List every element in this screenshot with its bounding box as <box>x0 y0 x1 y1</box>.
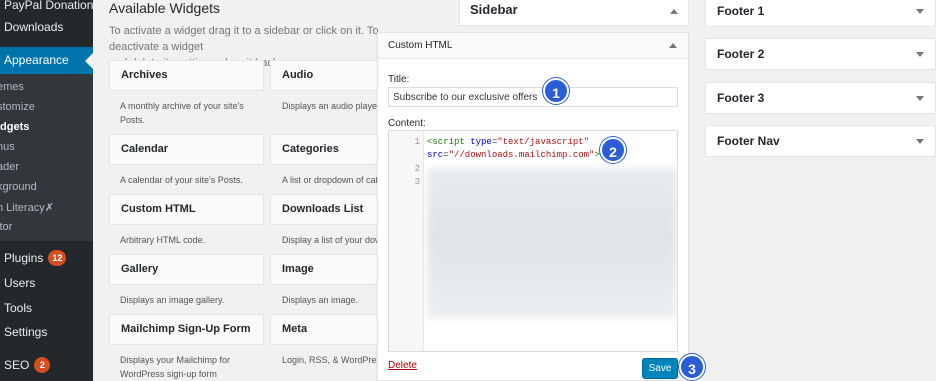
menu-item-seo-label: SEO <box>4 358 30 372</box>
code-token-string: "//downloads.mailchimp.com" <box>448 150 595 160</box>
menu-item-settings-label: Settings <box>4 325 48 339</box>
line-number: 1 <box>414 137 420 147</box>
code-token-attr: type <box>470 137 492 147</box>
menu-item-appearance[interactable]: Appearance <box>0 47 93 74</box>
widget-mailchimp-desc-line-2: WordPress sign-up form <box>120 369 217 379</box>
footer-area-title: Footer 2 <box>717 47 765 61</box>
widget-collapse-arrow-icon[interactable] <box>669 43 677 48</box>
save-button[interactable]: Save <box>642 358 678 379</box>
submenu-item-widgets[interactable]: idgets <box>0 121 29 133</box>
widget-calendar-desc: A calendar of your site's Posts. <box>120 175 243 185</box>
code-token-string: "text/javascript" <box>497 137 590 147</box>
widget-calendar[interactable]: Calendar <box>109 134 264 165</box>
submenu-item-literacy-label: h Literacy <box>0 202 45 214</box>
menu-item-appearance-label: Appearance <box>4 53 69 67</box>
collapse-arrow-up-icon[interactable] <box>670 9 678 14</box>
submenu-item-editor[interactable]: itor <box>0 221 12 233</box>
expand-arrow-down-icon[interactable] <box>916 139 924 144</box>
code-token-attr: src <box>427 150 444 160</box>
menu-item-tools-label: Tools <box>4 301 33 315</box>
custom-html-widget-header[interactable]: Custom HTML <box>378 33 688 59</box>
code-token-tag: > <box>594 150 600 160</box>
expand-arrow-down-icon[interactable] <box>916 52 924 57</box>
widget-image-desc: Displays an image. <box>282 295 359 305</box>
plugins-update-count-badge: 12 <box>48 250 67 266</box>
code-token-tag: <script <box>427 137 471 147</box>
footer-area-title: Footer Nav <box>717 134 780 148</box>
submenu-item-header[interactable]: ader <box>0 161 19 173</box>
widget-gallery-desc: Displays an image gallery. <box>120 295 225 305</box>
menu-item-downloads[interactable]: Downloads <box>4 20 63 34</box>
widget-archives-desc-line-2: Posts. <box>120 115 146 125</box>
content-field-label: Content: <box>388 118 426 129</box>
delete-link[interactable]: Delete <box>388 360 417 371</box>
custom-html-widget-title: Custom HTML <box>388 40 453 51</box>
title-field[interactable] <box>388 87 678 107</box>
widget-custom-html-desc: Arbitrary HTML code. <box>120 235 206 245</box>
menu-item-tools[interactable]: Tools <box>4 301 32 315</box>
menu-item-plugins-label: Plugins <box>4 251 44 265</box>
menu-item-plugins[interactable]: Plugins 12 <box>4 250 67 266</box>
submenu-item-menus[interactable]: nus <box>0 141 15 153</box>
submenu-item-themes[interactable]: emes <box>0 81 24 93</box>
footer-area-3[interactable]: Footer 3 <box>705 82 936 114</box>
expand-arrow-down-icon[interactable] <box>916 9 924 14</box>
footer-area-nav[interactable]: Footer Nav <box>705 125 936 157</box>
code-line-1: <script type="text/javascript" <box>427 137 589 147</box>
widget-meta-desc: Login, RSS, & WordPress <box>282 355 377 365</box>
code-line-1-wrapped: src="//downloads.mailchimp.com"> <box>427 150 600 160</box>
blurred-code-region <box>427 168 677 318</box>
sidebar-area-header[interactable]: Sidebar <box>459 0 689 26</box>
widget-archives[interactable]: Archives <box>109 60 264 91</box>
submenu-item-literacy[interactable]: h Literacy✗ <box>0 201 54 214</box>
widget-archives-desc: A monthly archive of your site's Posts. <box>120 99 270 127</box>
submenu-item-customize[interactable]: stomize <box>0 101 35 113</box>
widget-gallery[interactable]: Gallery <box>109 254 264 285</box>
expand-arrow-down-icon[interactable] <box>916 96 924 101</box>
available-widgets-heading: Available Widgets <box>109 0 221 16</box>
widget-mailchimp-desc-line-1: Displays your Mailchimp for <box>120 355 231 365</box>
seo-notification-badge: 2 <box>34 357 51 373</box>
content-code-editor[interactable]: 1 2 3 <script type="text/javascript" src… <box>388 130 678 352</box>
callout-marker: 2 <box>600 137 626 163</box>
sidebar-area-title: Sidebar <box>470 2 518 17</box>
widget-mailchimp-desc: Displays your Mailchimp for WordPress si… <box>120 353 270 381</box>
footer-area-1[interactable]: Footer 1 <box>705 0 936 27</box>
callout-marker: 3 <box>679 354 705 380</box>
menu-item-settings[interactable]: Settings <box>4 325 47 339</box>
footer-area-title: Footer 1 <box>717 4 765 18</box>
line-number-gutter: 1 2 3 <box>389 131 424 351</box>
submenu-item-background[interactable]: kground <box>0 181 37 193</box>
appearance-submenu: emes stomize idgets nus ader kground h L… <box>0 74 93 241</box>
widget-downloads-list-desc: Display a list of your dow <box>282 235 377 245</box>
menu-item-users[interactable]: Users <box>4 276 35 290</box>
line-number: 3 <box>414 177 420 187</box>
description-line-1: To activate a widget drag it to a sideba… <box>109 25 379 53</box>
widget-archives-desc-line-1: A monthly archive of your site's <box>120 101 244 111</box>
footer-area-title: Footer 3 <box>717 91 765 105</box>
title-field-label: Title: <box>388 74 410 85</box>
callout-marker: 1 <box>543 78 569 104</box>
line-number: 2 <box>414 164 420 174</box>
widget-custom-html[interactable]: Custom HTML <box>109 194 264 225</box>
close-x-icon: ✗ <box>44 202 54 214</box>
menu-item-seo[interactable]: SEO 2 <box>4 357 51 373</box>
widget-mailchimp-signup-form[interactable]: Mailchimp Sign-Up Form <box>109 314 264 345</box>
custom-html-widget-panel: Custom HTML Title: Content: 1 2 3 <scrip… <box>377 32 689 381</box>
widget-categories-desc: A list or dropdown of cat <box>282 175 377 185</box>
menu-item-paypal-donations[interactable]: PayPal Donations <box>4 0 93 12</box>
footer-area-2[interactable]: Footer 2 <box>705 38 936 70</box>
admin-sidebar: PayPal Donations Downloads Appearance em… <box>0 0 93 381</box>
menu-item-users-label: Users <box>4 276 36 290</box>
widget-audio-desc: Displays an audio player. <box>282 101 377 111</box>
